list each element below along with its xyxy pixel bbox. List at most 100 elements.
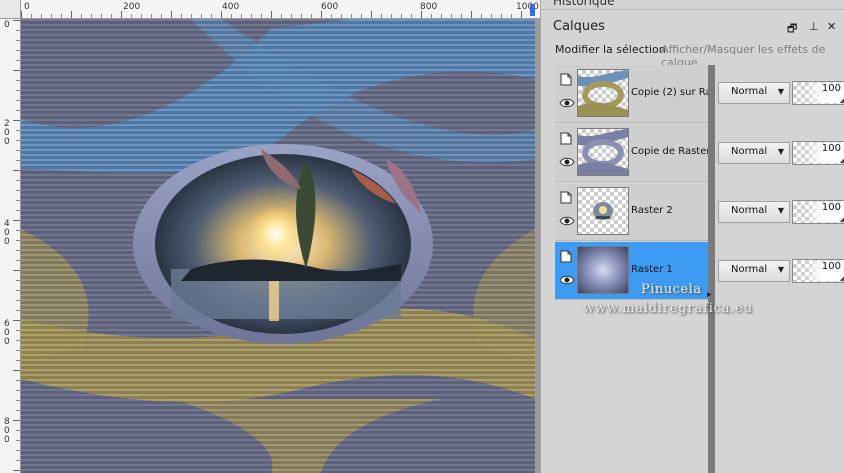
history-panel-header[interactable]: Historique	[541, 0, 844, 10]
ruler-tick	[61, 14, 62, 18]
ruler-tick	[16, 450, 20, 451]
opacity-value: 100	[821, 83, 841, 94]
canvas-artwork	[21, 19, 535, 473]
ruler-tick	[231, 14, 232, 18]
resize-grip-icon: ◢	[839, 274, 844, 282]
layer-row[interactable]: Copie de Raster 1	[555, 124, 708, 182]
layer-document-icon[interactable]	[560, 250, 572, 263]
ruler-tick	[461, 14, 462, 18]
ruler-tick	[41, 14, 42, 18]
layers-scrollbar[interactable]	[708, 65, 715, 473]
eye-icon[interactable]	[559, 215, 575, 227]
ruler-tick	[131, 14, 132, 18]
chevron-down-icon: ▼	[777, 87, 784, 96]
blend-mode-value: Normal	[731, 205, 768, 216]
opacity-field[interactable]: 100 ◢	[792, 259, 844, 283]
layers-panel-title: Calques	[553, 19, 605, 34]
ruler-tick	[271, 11, 272, 18]
ruler-tick	[16, 30, 20, 31]
blend-mode-dropdown[interactable]: Normal ▼	[718, 201, 790, 223]
opacity-value: 100	[821, 202, 841, 213]
ruler-tick	[51, 14, 52, 18]
pin-icon[interactable]: ⊥	[809, 20, 819, 33]
layer-name[interactable]: Raster 1	[631, 264, 708, 275]
ruler-label: 200	[123, 2, 141, 12]
ruler-label: 4 0 0	[4, 219, 10, 247]
ruler-tick	[451, 14, 452, 18]
ruler-tick	[13, 220, 20, 221]
ruler-tick	[381, 14, 382, 18]
ruler-tick	[431, 14, 432, 18]
ruler-tick	[161, 14, 162, 18]
ruler-tick	[16, 430, 20, 431]
history-panel-title: Historique	[553, 0, 615, 8]
ruler-tick	[351, 14, 352, 18]
chevron-down-icon: ▼	[777, 206, 784, 215]
ruler-tick	[13, 170, 20, 171]
ruler-tick	[16, 190, 20, 191]
opacity-field[interactable]: 100 ◢	[792, 141, 844, 165]
ruler-tick	[16, 180, 20, 181]
ruler-tick	[16, 90, 20, 91]
watermark-url: www.maldiregrafica.eu	[583, 301, 753, 316]
ruler-tick	[301, 14, 302, 18]
ruler-tick	[13, 270, 20, 271]
layer-row[interactable]: Copie (2) sur Raster 1	[555, 65, 708, 123]
ruler-label: 6 0 0	[4, 319, 10, 347]
blend-mode-dropdown[interactable]: Normal ▼	[718, 260, 790, 282]
eye-icon[interactable]	[559, 156, 575, 168]
ruler-tick	[221, 11, 222, 18]
layer-document-icon[interactable]	[560, 73, 572, 86]
ruler-tick	[16, 210, 20, 211]
image-canvas[interactable]	[21, 19, 535, 473]
modify-selection-button[interactable]: Modifier la sélection	[555, 43, 666, 56]
ruler-position-marker	[530, 4, 535, 16]
ruler-tick	[16, 310, 20, 311]
ruler-tick	[281, 14, 282, 18]
ruler-tick	[16, 130, 20, 131]
ruler-label: 1000	[516, 2, 539, 12]
ruler-tick	[401, 14, 402, 18]
ruler-tick	[141, 14, 142, 18]
ruler-tick	[16, 340, 20, 341]
layer-name[interactable]: Raster 2	[631, 205, 708, 216]
ruler-tick	[16, 250, 20, 251]
ruler-tick	[13, 70, 20, 71]
ruler-label: 8 0 0	[4, 417, 10, 445]
opacity-field[interactable]: 100 ◢	[792, 200, 844, 224]
opacity-field[interactable]: 100 ◢	[792, 81, 844, 105]
layer-name[interactable]: Copie (2) sur Raster 1	[631, 87, 708, 98]
ruler-tick	[13, 320, 20, 321]
layer-document-icon[interactable]	[560, 191, 572, 204]
layer-document-icon[interactable]	[560, 132, 572, 145]
right-panels: Historique Calques 🗗 ⊥ ✕ Modifier la sél…	[540, 0, 844, 473]
ruler-tick	[16, 440, 20, 441]
ruler-tick	[16, 160, 20, 161]
ruler-tick	[101, 14, 102, 18]
close-icon[interactable]: ✕	[827, 20, 836, 33]
restore-icon[interactable]: 🗗	[787, 20, 797, 39]
ruler-tick	[16, 360, 20, 361]
ruler-label: 400	[222, 2, 240, 12]
ruler-label: 600	[321, 2, 339, 12]
ruler-corner	[0, 0, 21, 19]
ruler-tick	[16, 200, 20, 201]
ruler-label: 800	[420, 2, 438, 12]
layer-name[interactable]: Copie de Raster 1	[631, 146, 708, 157]
ruler-tick	[16, 100, 20, 101]
layer-row[interactable]: Raster 2	[555, 183, 708, 241]
ruler-tick	[16, 280, 20, 281]
blend-mode-value: Normal	[731, 264, 768, 275]
blend-mode-dropdown[interactable]: Normal ▼	[718, 142, 790, 164]
blend-mode-dropdown[interactable]: Normal ▼	[718, 82, 790, 104]
ruler-tick	[16, 50, 20, 51]
ruler-tick	[371, 11, 372, 18]
ruler-tick	[171, 11, 172, 18]
ruler-tick	[191, 14, 192, 18]
expand-arrow-icon[interactable]: ▸	[707, 290, 712, 300]
layer-thumbnail	[577, 69, 629, 117]
eye-icon[interactable]	[559, 97, 575, 109]
ruler-tick	[421, 11, 422, 18]
eye-icon[interactable]	[559, 274, 575, 286]
ruler-tick	[261, 14, 262, 18]
